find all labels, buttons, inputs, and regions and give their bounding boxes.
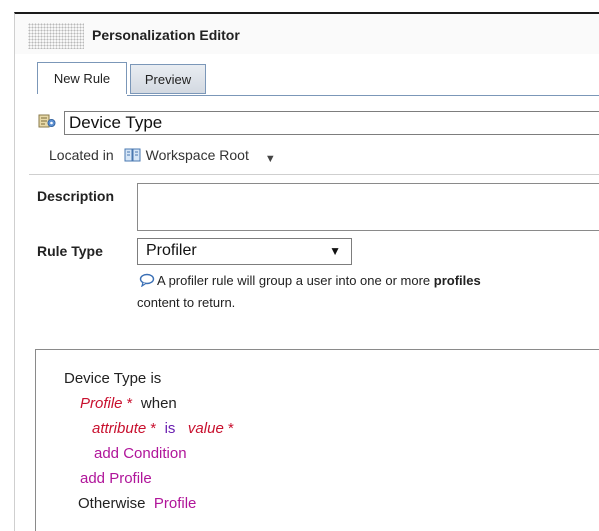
tab-underline: [127, 95, 599, 96]
section-divider: [29, 174, 599, 175]
location-link[interactable]: Workspace Root: [146, 147, 249, 163]
required-marker: *: [126, 395, 133, 412]
location-row: Located in Workspace Root ▼: [49, 147, 276, 165]
rule-is: is: [150, 370, 162, 387]
editor-titlebar: Personalization Editor: [15, 14, 599, 54]
rule-line-subject: Device Type is: [64, 369, 161, 389]
rule-line-add-profile: add Profile: [80, 469, 152, 489]
otherwise-profile-link[interactable]: Profile: [154, 495, 197, 512]
hint-text: A profiler rule will group a user into o…: [157, 273, 434, 288]
hint-text-line2: content to return.: [137, 295, 236, 310]
profile-placeholder[interactable]: Profile: [80, 395, 123, 412]
rule-otherwise: Otherwise: [78, 495, 146, 512]
tab-new-rule[interactable]: New Rule: [37, 62, 127, 94]
add-condition-link[interactable]: add Condition: [94, 445, 187, 462]
rule-editor-box: Device Type is Profile * when attribute …: [35, 349, 599, 531]
hint-bold: profiles: [433, 273, 481, 288]
description-field[interactable]: [137, 183, 599, 231]
rule-line-profile: Profile * when: [80, 394, 177, 414]
operator-is[interactable]: is: [165, 420, 176, 437]
rule-when: when: [140, 395, 177, 412]
chevron-down-icon: ▼: [329, 244, 341, 258]
chevron-down-icon[interactable]: ▼: [265, 153, 276, 165]
drag-grip-icon[interactable]: [28, 23, 84, 49]
speech-bubble-icon: [139, 273, 155, 287]
rule-type-label: Rule Type: [37, 243, 103, 259]
required-marker: *: [150, 420, 157, 437]
located-in-label: Located in: [49, 147, 114, 163]
description-label: Description: [37, 188, 115, 204]
rule-line-condition: attribute * is value *: [92, 419, 234, 439]
book-icon: [124, 148, 141, 162]
rule-line-otherwise: Otherwise Profile: [78, 494, 196, 514]
rule-name-input[interactable]: [64, 111, 599, 135]
attribute-placeholder[interactable]: attribute: [92, 420, 146, 437]
personalization-editor-panel: Personalization Editor New Rule Preview …: [14, 12, 599, 531]
required-marker: *: [227, 420, 234, 437]
editor-title: Personalization Editor: [92, 27, 240, 43]
value-placeholder[interactable]: value: [188, 420, 224, 437]
rule-line-add-condition: add Condition: [94, 444, 187, 464]
tab-preview[interactable]: Preview: [130, 64, 206, 94]
rule-icon: [38, 114, 56, 128]
add-profile-link[interactable]: add Profile: [80, 470, 152, 487]
rule-type-hint: A profiler rule will group a user into o…: [137, 270, 599, 314]
rule-subject: Device Type: [64, 370, 147, 387]
rule-type-select[interactable]: Profiler ▼: [137, 238, 352, 265]
rule-type-value: Profiler: [146, 242, 197, 259]
